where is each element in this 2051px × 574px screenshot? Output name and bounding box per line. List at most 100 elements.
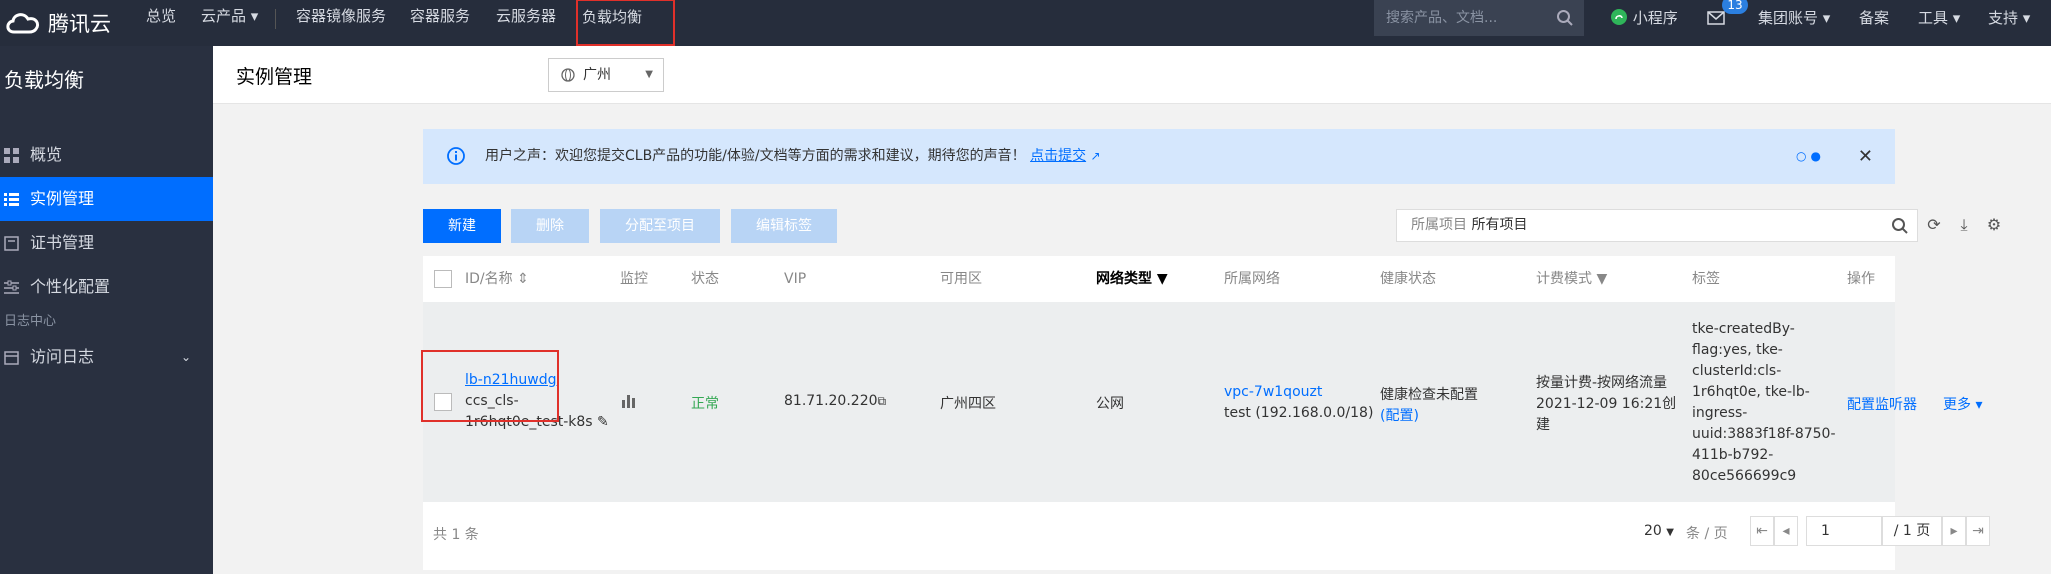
notice-submit-link[interactable]: 点击提交 [1030,148,1086,164]
grid-icon [4,148,19,163]
nav-cvm[interactable]: 云服务器 [496,0,556,46]
vip-value: 81.71.20.220 [784,393,878,409]
sidebar-item-customization[interactable]: 个性化配置 [0,265,213,309]
sidebar-item-label: 证书管理 [30,233,95,252]
nav-clb[interactable]: 负载均衡 [576,0,675,46]
sidebar-item-instances[interactable]: 实例管理 [0,177,213,221]
col-vip: VIP [784,271,807,287]
configure-listener-link[interactable]: 配置监听器 [1847,394,1917,414]
first-page-button[interactable]: ⇤ [1750,516,1774,546]
sidebar-item-label: 实例管理 [30,189,95,208]
total-count: 共 1 条 [433,527,479,543]
edit-tags-button[interactable]: 编辑标签 [731,209,837,243]
sidebar-section-log-center: 日志中心 [4,314,57,329]
tencent-cloud-logo[interactable]: 腾讯云 [4,8,111,38]
col-vpc: 所属网络 [1224,271,1280,287]
billing-line-1: 按量计费-按网络流量 [1536,375,1668,391]
external-link-icon[interactable]: ↗ [1091,149,1101,163]
col-header-label: 网络类型 [1096,271,1152,287]
region-value: 广州 [583,67,611,83]
vpc-link[interactable]: vpc-7w1qouzt [1224,384,1322,400]
assign-project-button[interactable]: 分配至项目 [600,209,720,243]
tools-menu[interactable]: 工具 ▾ [1918,0,1960,36]
caret-down-icon: ▼ [1666,527,1674,538]
col-health: 健康状态 [1380,271,1436,287]
refresh-icon[interactable]: ⟳ [1924,215,1944,235]
sidebar: 负载均衡 概览 实例管理 证书管理 个性化配置 日志中心 访问日志 ⌄ [0,46,213,574]
sort-icon[interactable]: ⇕ [517,271,529,287]
page-title: 实例管理 [236,66,313,88]
top-navbar: 腾讯云 总览 云产品 ▾ 容器镜像服务 容器服务 云服务器 负载均衡 搜索产品、… [0,0,2051,46]
per-page-label: 条 / 页 [1686,526,1728,542]
notice-text: 用户之声：欢迎您提交CLB产品的功能/体验/文档等方面的需求和建议，期待您的声音… [485,148,1026,164]
new-button[interactable]: 新建 [423,209,501,243]
billing-line-2: 2021-12-09 16:21创 [1536,396,1677,412]
health-config-link[interactable]: (配置) [1380,405,1419,425]
vip-cell: 81.71.20.220⧉ [784,393,886,409]
tag-line: 411b-b792- [1692,447,1774,463]
col-id-name[interactable]: ID/名称 ⇕ [465,256,529,302]
billing-line-3: 建 [1536,417,1550,433]
project-filter-input[interactable]: 所属项目 所有项目 [1396,209,1918,242]
gear-icon[interactable]: ⚙ [1984,215,2004,235]
filter-icon[interactable]: ▼ [1157,271,1168,287]
last-page-button[interactable]: ⇥ [1966,516,1990,546]
sidebar-item-certificates[interactable]: 证书管理 [0,221,213,265]
monitor-chart-icon[interactable] [621,394,637,412]
copy-icon[interactable]: ⧉ [878,394,887,408]
page-number-input[interactable]: 1 [1806,516,1882,546]
tag-line: clusterId:cls- [1692,363,1782,379]
sidebar-item-label: 访问日志 [30,347,95,366]
global-search-input[interactable]: 搜索产品、文档... [1374,0,1584,36]
sidebar-title: 负载均衡 [4,68,84,92]
account-menu[interactable]: 集团账号 ▾ [1758,0,1830,36]
tag-line: 80ce566699c9 [1692,468,1797,484]
notification-badge: 13 [1722,0,1748,14]
cloud-icon [6,13,40,34]
carousel-dots[interactable]: ○● [1796,129,1825,184]
vpc-desc: test (192.168.0.0/18) [1224,405,1374,421]
nav-container-registry[interactable]: 容器镜像服务 [296,0,386,46]
chevron-down-icon[interactable]: ⌄ [181,335,191,379]
network-type-cell: 公网 [1096,396,1124,412]
search-icon[interactable] [1556,9,1574,27]
brand-name: 腾讯云 [48,12,111,36]
nav-divider [275,9,276,29]
more-actions-menu[interactable]: 更多 ▾ [1943,394,1982,414]
instance-table: ID/名称 ⇕ 监控 状态 VIP 可用区 网络类型 ▼ 所属网络 健康状态 计… [423,256,1982,570]
filing-link[interactable]: 备案 [1859,0,1889,36]
col-header-label: 计费模式 [1536,271,1592,287]
col-network-type[interactable]: 网络类型 ▼ [1096,256,1168,302]
tag-line: flag:yes, tke- [1692,342,1783,358]
page-size-select[interactable]: 20 ▼ [1644,523,1674,539]
close-icon[interactable]: ✕ [1858,129,1873,184]
mini-program-label: 小程序 [1632,9,1678,27]
settings-sliders-icon [4,280,19,294]
filter-icon[interactable]: ▼ [1596,271,1607,287]
download-icon[interactable]: ⤓ [1954,215,1974,235]
sidebar-item-overview[interactable]: 概览 [0,133,213,177]
region-select[interactable]: 广州 ▼ [548,58,664,92]
col-header-label: ID/名称 [465,271,513,287]
col-status: 状态 [691,271,719,287]
nav-container-service[interactable]: 容器服务 [410,0,470,46]
col-actions: 操作 [1847,271,1875,287]
nav-overview[interactable]: 总览 [146,0,176,46]
table-row: lb-n21huwdg ccs_cls- 1r6hqt0e_test-k8s ✎… [423,302,1982,502]
page-size-value: 20 [1644,523,1662,539]
caret-down-icon: ▼ [645,69,653,80]
select-all-checkbox[interactable] [434,270,452,288]
nav-products[interactable]: 云产品 ▾ [201,0,258,46]
next-page-button[interactable]: ▸ [1942,516,1966,546]
mini-program-link[interactable]: 小程序 [1610,0,1678,36]
sidebar-item-access-log[interactable]: 访问日志 ⌄ [0,335,213,379]
zone-cell: 广州四区 [940,396,996,412]
health-status: 健康检查未配置 [1380,387,1478,403]
edit-pencil-icon[interactable]: ✎ [597,414,609,430]
search-icon[interactable] [1891,217,1909,235]
col-billing[interactable]: 计费模式 ▼ [1536,256,1607,302]
delete-button[interactable]: 删除 [511,209,589,243]
support-menu[interactable]: 支持 ▾ [1988,0,2030,36]
mail-icon [1707,11,1725,25]
prev-page-button[interactable]: ◂ [1774,516,1798,546]
